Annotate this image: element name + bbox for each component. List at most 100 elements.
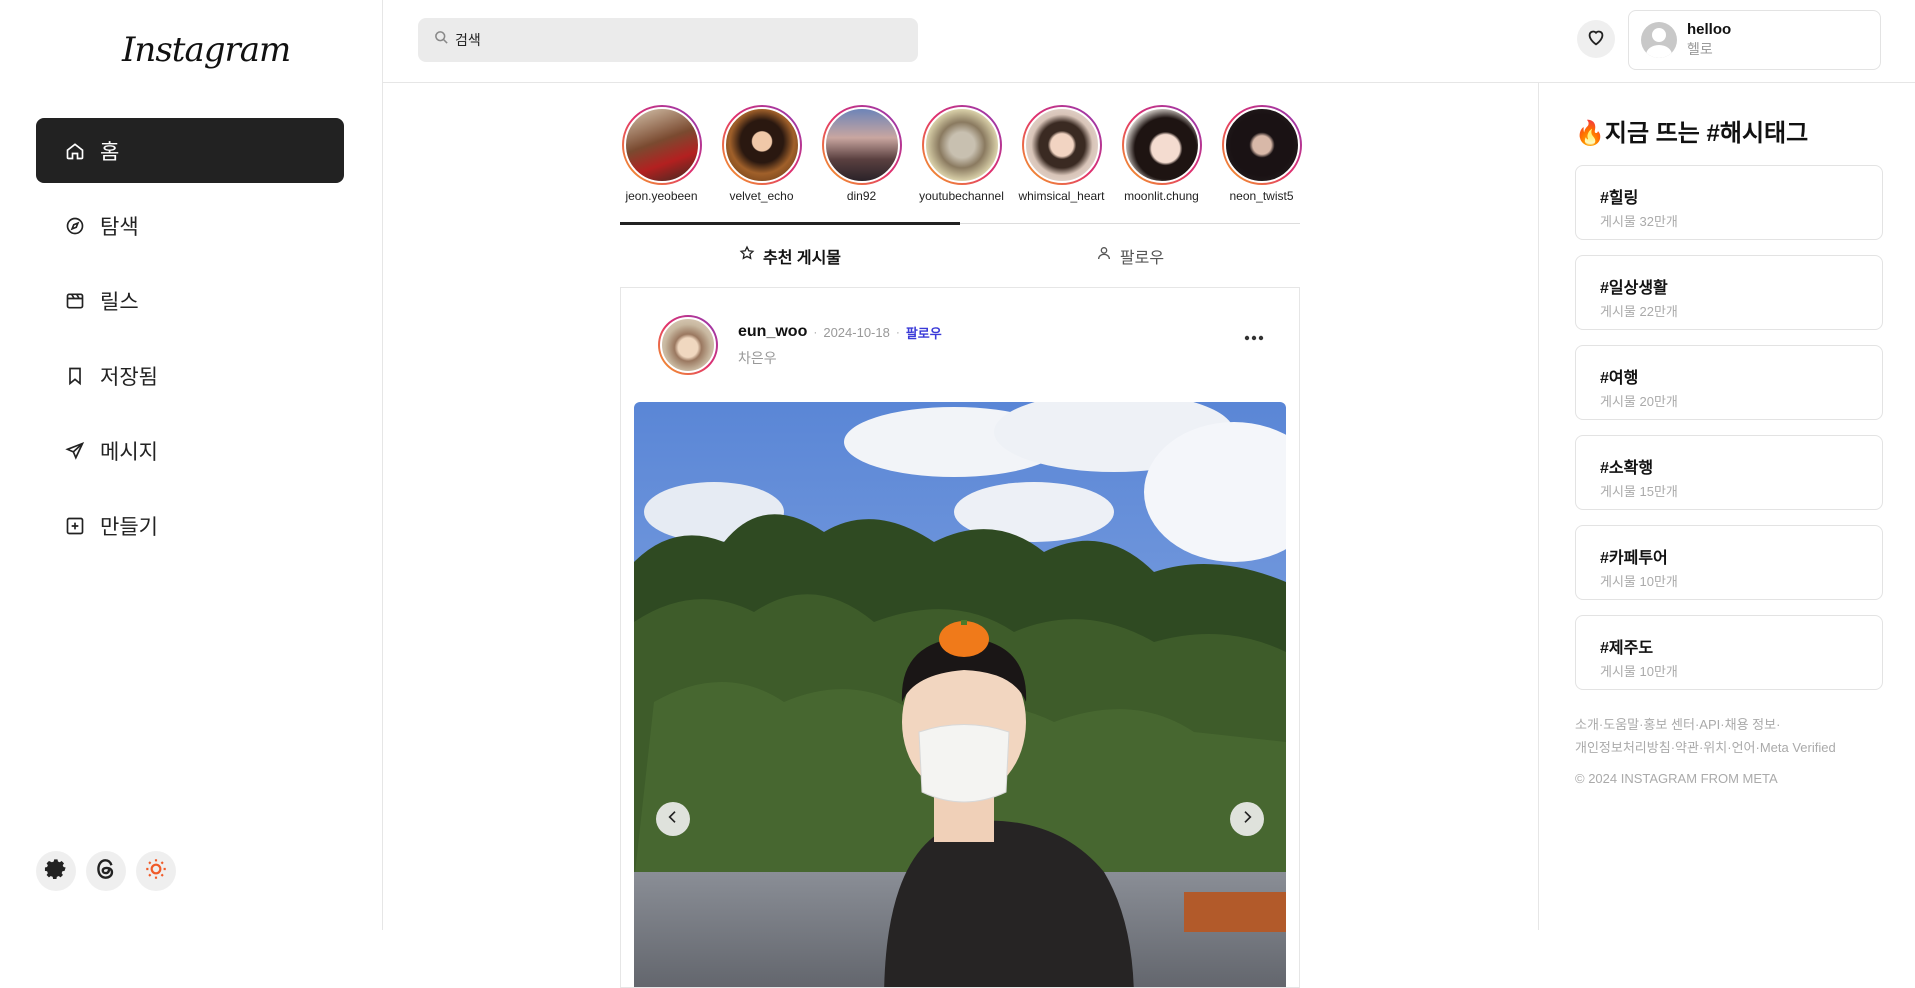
- story-avatar: [923, 107, 1000, 183]
- hashtag-count: 게시물 10만개: [1600, 574, 1678, 589]
- post-header: eun_woo · 2024-10-18 · 팔로우 차은우: [634, 288, 1286, 402]
- footer-link[interactable]: 약관: [1675, 740, 1699, 755]
- story-item[interactable]: whimsical_heart: [1018, 105, 1105, 223]
- profile-display-name: 헬로: [1687, 41, 1713, 57]
- nav-item-label: 홈: [100, 140, 120, 164]
- story-username: din92: [846, 189, 877, 203]
- carousel-prev-button[interactable]: [656, 802, 690, 836]
- story-username: jeon.yeobeen: [625, 189, 698, 203]
- footer-link[interactable]: 도움말: [1603, 717, 1639, 732]
- hashtag-card[interactable]: #여행 게시물 20만개: [1575, 345, 1883, 420]
- tab-following[interactable]: 팔로우: [960, 224, 1300, 287]
- story-ring: [921, 105, 1002, 185]
- main-nav: 홈 탐색 릴스 저장됨 메시지 만들기: [36, 118, 344, 568]
- instagram-logo[interactable]: Instagram: [122, 30, 291, 70]
- chevron-right-icon: [1239, 809, 1255, 830]
- hashtag-card[interactable]: #힐링 게시물 32만개: [1575, 165, 1883, 240]
- story-item[interactable]: neon_twist5: [1220, 105, 1303, 223]
- nav-item-reels[interactable]: 릴스: [36, 268, 344, 333]
- story-ring: [721, 105, 802, 185]
- nav-item-label: 탐색: [100, 215, 139, 239]
- nav-item-label: 릴스: [100, 290, 139, 314]
- story-avatar: [723, 107, 800, 183]
- footer-link[interactable]: 위치: [1703, 740, 1727, 755]
- notifications-button[interactable]: [1577, 20, 1615, 58]
- trending-panel: 🔥지금 뜨는 #해시태그 #힐링 게시물 32만개 #일상생활 게시물 22만개…: [1538, 83, 1915, 930]
- hashtag-name: #힐링: [1600, 190, 1639, 207]
- send-icon: [64, 440, 86, 462]
- search-icon: [434, 30, 455, 50]
- stories-bar: jeon.yeobeen velvet_echo din92 youtubech…: [620, 83, 1303, 224]
- story-item[interactable]: velvet_echo: [720, 105, 803, 223]
- nav-item-messages[interactable]: 메시지: [36, 418, 344, 483]
- hashtag-count: 게시물 20만개: [1600, 394, 1678, 409]
- avatar: [660, 317, 716, 373]
- carousel-next-button[interactable]: [1230, 802, 1264, 836]
- separator-dot: ·: [813, 325, 818, 339]
- story-username: moonlit.chung: [1124, 189, 1199, 203]
- nav-item-home[interactable]: 홈: [36, 118, 344, 183]
- story-avatar: [623, 107, 700, 183]
- story-item[interactable]: youtubechannel: [919, 105, 1004, 223]
- hashtag-count: 게시물 22만개: [1600, 304, 1678, 319]
- profile-card[interactable]: helloo 헬로: [1628, 10, 1881, 70]
- left-sidebar: Instagram 홈 탐색 릴스 저장됨 메시지 만들기: [0, 0, 383, 930]
- active-tab-indicator: [620, 222, 960, 225]
- story-avatar: [1023, 107, 1100, 183]
- hashtag-count: 게시물 32만개: [1600, 214, 1678, 229]
- reels-icon: [64, 290, 86, 312]
- story-item[interactable]: moonlit.chung: [1120, 105, 1203, 223]
- gear-icon: [43, 856, 69, 887]
- story-username: velvet_echo: [729, 189, 794, 203]
- post-author-avatar[interactable]: [658, 315, 718, 375]
- tab-label: 팔로우: [1119, 249, 1165, 267]
- hashtag-card[interactable]: #소확행 게시물 15만개: [1575, 435, 1883, 510]
- feed-tabs: 추천 게시물 팔로우: [620, 222, 1300, 288]
- hashtag-count: 게시물 10만개: [1600, 664, 1678, 679]
- story-username: youtubechannel: [919, 189, 1004, 203]
- footer-link[interactable]: 개인정보처리방침: [1575, 740, 1671, 755]
- nav-item-label: 저장됨: [100, 365, 158, 389]
- story-item[interactable]: jeon.yeobeen: [620, 105, 703, 223]
- footer-link[interactable]: 홍보 센터: [1644, 717, 1695, 732]
- footer-link[interactable]: 소개: [1575, 717, 1599, 732]
- story-ring: [1021, 105, 1102, 185]
- theme-toggle-button[interactable]: [136, 851, 176, 891]
- footer-link[interactable]: 언어: [1732, 740, 1756, 755]
- post-image[interactable]: [634, 402, 1286, 987]
- footer-link[interactable]: 채용 정보: [1725, 717, 1776, 732]
- bookmark-icon: [64, 365, 86, 387]
- feed: jeon.yeobeen velvet_echo din92 youtubech…: [620, 83, 1303, 988]
- nav-item-explore[interactable]: 탐색: [36, 193, 344, 258]
- nav-item-create[interactable]: 만들기: [36, 493, 344, 558]
- follow-button[interactable]: 팔로우: [906, 323, 942, 342]
- story-item[interactable]: din92: [820, 105, 903, 223]
- story-avatar: [823, 107, 900, 183]
- post-author-meta: eun_woo · 2024-10-18 · 팔로우 차은우: [738, 323, 942, 368]
- trending-title: 🔥지금 뜨는 #해시태그: [1575, 120, 1809, 147]
- tab-recommended[interactable]: 추천 게시물: [620, 224, 960, 287]
- hashtag-card[interactable]: #제주도 게시물 10만개: [1575, 615, 1883, 690]
- threads-button[interactable]: [86, 851, 126, 891]
- footer-links: 소개·도움말·홍보 센터·API·채용 정보· 개인정보처리방침·약관·위치·언어…: [1575, 717, 1836, 755]
- profile-text: helloo 헬로: [1687, 21, 1731, 59]
- hashtag-card[interactable]: #카페투어 게시물 10만개: [1575, 525, 1883, 600]
- hashtag-card[interactable]: #일상생활 게시물 22만개: [1575, 255, 1883, 330]
- story-ring: [1221, 105, 1302, 185]
- search-box[interactable]: [418, 18, 918, 62]
- settings-button[interactable]: [36, 851, 76, 891]
- more-horizontal-icon: [1244, 328, 1264, 345]
- post-options-button[interactable]: [1244, 328, 1264, 346]
- sun-icon: [143, 856, 169, 887]
- search-input[interactable]: [455, 32, 855, 48]
- nav-item-saved[interactable]: 저장됨: [36, 343, 344, 408]
- profile-username: helloo: [1687, 21, 1732, 38]
- nav-item-label: 만들기: [100, 515, 158, 539]
- post-username[interactable]: eun_woo: [738, 323, 807, 341]
- avatar: [1641, 22, 1677, 58]
- footer-link[interactable]: API: [1699, 717, 1720, 732]
- footer-link[interactable]: Meta Verified: [1760, 740, 1836, 755]
- top-bar: helloo 헬로: [383, 0, 1915, 83]
- nav-item-label: 메시지: [100, 440, 158, 464]
- post-display-name: 차은우: [738, 349, 777, 366]
